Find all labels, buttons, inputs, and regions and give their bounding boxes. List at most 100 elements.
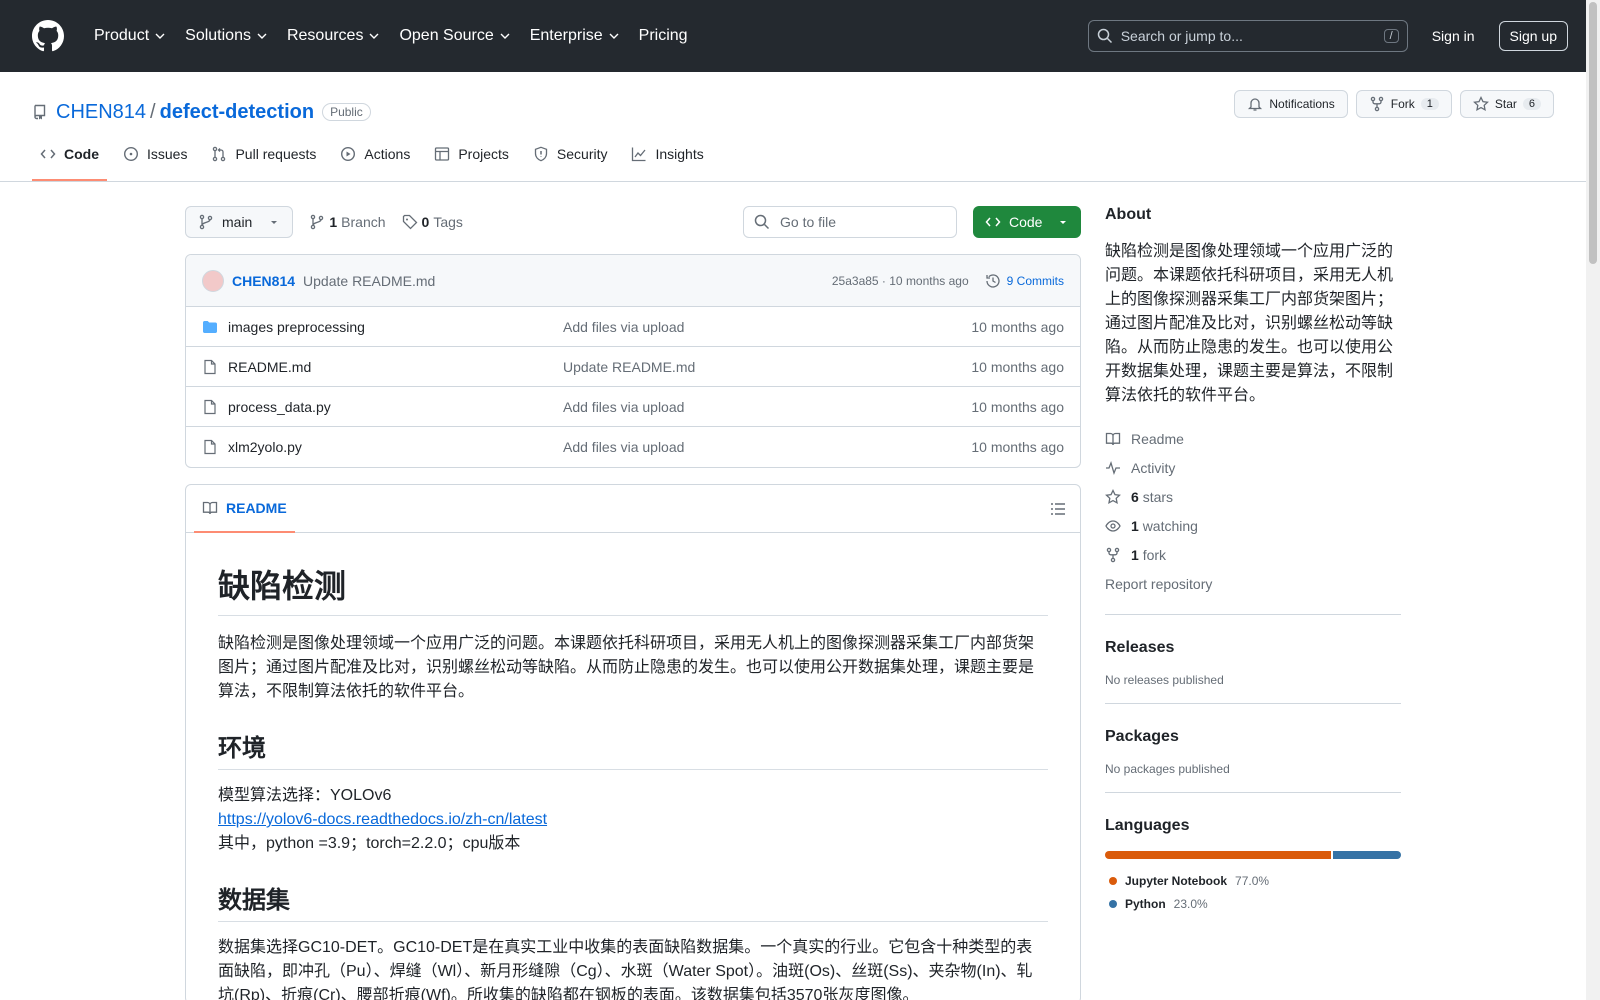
tags-link[interactable]: 0 Tags [402, 214, 463, 230]
nav-solutions[interactable]: Solutions [177, 21, 275, 51]
language-name: Python [1125, 896, 1166, 911]
table-icon [435, 147, 450, 161]
readme-env-heading: 环境 [218, 728, 1048, 770]
list-icon[interactable] [1050, 501, 1066, 517]
tab-security[interactable]: Security [525, 143, 616, 181]
tab-issues[interactable]: Issues [115, 143, 195, 181]
tab-code[interactable]: Code [32, 143, 107, 181]
file-row[interactable]: README.md Update README.md 10 months ago [186, 347, 1080, 387]
tab-pull-requests[interactable]: Pull requests [203, 143, 324, 181]
branches-link[interactable]: 1 Branch [309, 214, 386, 230]
notifications-button[interactable]: Notifications [1234, 90, 1348, 118]
file-commit-message[interactable]: Add files via upload [563, 439, 971, 455]
sign-up-button[interactable]: Sign up [1498, 21, 1568, 51]
commit-message[interactable]: Update README.md [303, 273, 435, 289]
github-logo-icon[interactable] [32, 20, 64, 52]
language-name: Jupyter Notebook [1125, 873, 1228, 888]
readme-dataset-text: 数据集选择GC10-DET。GC10-DET是在真实工业中收集的表面缺陷数据集。… [218, 939, 1033, 1000]
repo-owner-link[interactable]: CHEN814 [56, 101, 146, 124]
file-row[interactable]: process_data.py Add files via upload 10 … [186, 387, 1080, 427]
tab-label: Code [64, 146, 99, 162]
tab-actions[interactable]: Actions [332, 143, 418, 181]
commit-meta[interactable]: 25a3a85 · 10 months ago [832, 274, 969, 288]
language-dot-icon [1109, 876, 1117, 885]
top-nav: Product Solutions Resources Open Source … [86, 21, 696, 51]
file-commit-message[interactable]: Update README.md [563, 359, 971, 375]
star-button[interactable]: Star 6 [1459, 90, 1554, 118]
file-time: 10 months ago [971, 398, 1064, 415]
commits-link[interactable]: 9 Commits [985, 273, 1064, 289]
releases-empty: No releases published [1105, 673, 1224, 687]
chevron-down-icon [609, 33, 619, 39]
tag-count: 0 [421, 214, 430, 230]
file-row[interactable]: images preprocessing Add files via uploa… [186, 307, 1080, 347]
nav-open-source[interactable]: Open Source [391, 21, 517, 51]
code-button-label: Code [1009, 214, 1043, 230]
commit-author[interactable]: CHEN814 [232, 273, 295, 289]
forks-link[interactable]: 1 fork [1105, 540, 1401, 569]
file-time: 10 months ago [971, 439, 1064, 455]
tab-label: Projects [458, 146, 509, 162]
tab-insights[interactable]: Insights [623, 143, 711, 181]
readme-env-link[interactable]: https://yolov6-docs.readthedocs.io/zh-cn… [218, 811, 547, 828]
star-label: Star [1494, 97, 1517, 111]
stars-link[interactable]: 6 stars [1105, 482, 1401, 511]
avatar[interactable] [202, 269, 224, 292]
file-time: 10 months ago [971, 358, 1064, 375]
nav-pricing[interactable]: Pricing [631, 21, 696, 51]
scrollbar-thumb[interactable] [1589, 2, 1597, 264]
file-commit-message[interactable]: Add files via upload [563, 319, 971, 335]
fork-button[interactable]: Fork 1 [1355, 90, 1452, 118]
file-icon [204, 399, 216, 414]
readme-tab[interactable]: README [194, 485, 295, 533]
file-name[interactable]: images preprocessing [228, 319, 563, 335]
visibility-badge: Public [322, 103, 371, 121]
nav-enterprise[interactable]: Enterprise [522, 21, 627, 51]
readme-link[interactable]: Readme [1105, 424, 1401, 453]
packages-title[interactable]: Packages [1105, 728, 1401, 746]
repo-separator: / [150, 100, 156, 123]
tab-label: Insights [655, 146, 704, 162]
sign-in-link[interactable]: Sign in [1418, 22, 1489, 50]
branch-bar: main 1 Branch 0 Tags Go to file Code [185, 206, 1081, 238]
report-repository-link[interactable]: Report repository [1105, 569, 1401, 598]
notifications-label: Notifications [1269, 97, 1335, 111]
readme-env-versions: 其中，python =3.9；torch=2.2.0；cpu版本 [218, 835, 521, 852]
tab-projects[interactable]: Projects [426, 143, 517, 181]
tab-label: Pull requests [235, 146, 317, 162]
file-name[interactable]: process_data.py [228, 399, 563, 415]
fork-count: 1 [1420, 98, 1439, 110]
branch-selector[interactable]: main [185, 206, 294, 238]
releases-title[interactable]: Releases [1105, 639, 1401, 657]
header-actions: Search or jump to... / Sign in Sign up [1087, 20, 1568, 52]
file-row[interactable]: xlm2yolo.py Add files via upload 10 mont… [186, 427, 1080, 467]
global-search-input[interactable]: Search or jump to... / [1087, 20, 1408, 52]
nav-product[interactable]: Product [86, 21, 173, 51]
file-time: 10 months ago [971, 318, 1064, 335]
file-name[interactable]: README.md [228, 359, 563, 375]
language-item[interactable]: Jupyter Notebook 77.0% [1105, 869, 1401, 892]
code-dropdown-button[interactable]: Code [973, 206, 1081, 238]
repo-name-link[interactable]: defect-detection [160, 101, 314, 124]
watching-link[interactable]: 1 watching [1105, 511, 1401, 540]
language-percent: 23.0% [1173, 896, 1208, 911]
nav-resources[interactable]: Resources [279, 21, 387, 51]
file-commit-message[interactable]: Add files via upload [563, 399, 971, 415]
file-name[interactable]: xlm2yolo.py [228, 439, 563, 455]
tab-label: Actions [364, 146, 411, 162]
languages-section: Languages Jupyter Notebook 77.0% Python 23.… [1105, 792, 1401, 915]
file-icon [204, 359, 216, 374]
eye-icon [1105, 519, 1121, 532]
forks-label: fork [1142, 546, 1167, 563]
go-to-file-input[interactable]: Go to file [743, 206, 957, 238]
page-scrollbar[interactable] [1586, 0, 1600, 1000]
caret-down-icon [271, 221, 278, 224]
language-list: Jupyter Notebook 77.0% Python 23.0% [1105, 869, 1401, 915]
forks-count: 1 [1131, 546, 1139, 563]
language-item[interactable]: Python 23.0% [1105, 892, 1401, 915]
tag-label: Tags [433, 214, 463, 230]
language-bar [1105, 851, 1401, 859]
history-icon [986, 273, 1000, 288]
commit-count: 9 Commits [1006, 273, 1064, 288]
activity-link[interactable]: Activity [1105, 453, 1401, 482]
